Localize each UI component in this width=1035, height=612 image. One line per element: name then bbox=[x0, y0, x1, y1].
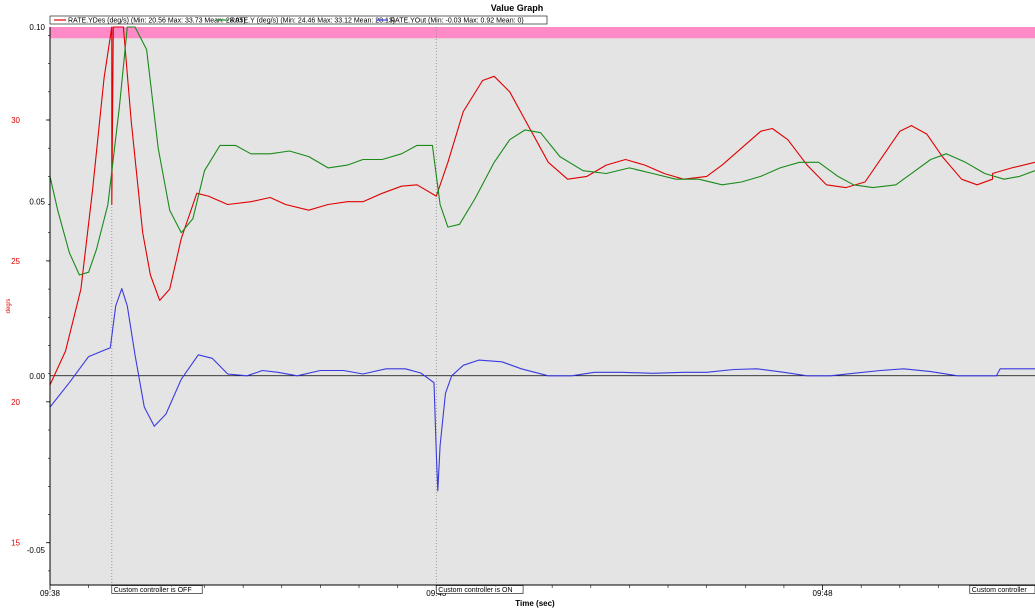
x-tick-label: 09:48 bbox=[813, 589, 834, 598]
y-axis-left-label: deg/s bbox=[6, 299, 12, 314]
value-graph-chart: Value Graph RATE.YDes (deg/s) (Min: 20.5… bbox=[6, 3, 1035, 608]
legend-entry: RATE.YDes (deg/s) (Min: 20.56 Max: 33.73… bbox=[68, 18, 246, 25]
x-axis-label: Time (sec) bbox=[515, 599, 555, 608]
annotation-label: Custom controller bbox=[972, 587, 1028, 594]
legend: RATE.YDes (deg/s) (Min: 20.56 Max: 33.73… bbox=[49, 15, 548, 25]
legend-entry: RATE.YOut (Min: -0.03 Max: 0.92 Mean: 0) bbox=[390, 18, 524, 25]
x-tick-label: 09:38 bbox=[40, 589, 61, 598]
y-left-tick-label: 25 bbox=[11, 257, 20, 266]
y-axis-right: -0.05 0.00 0.05 0.10 bbox=[27, 23, 46, 555]
y-left-tick-label: 20 bbox=[11, 398, 20, 407]
y-right-tick-label: 0.10 bbox=[29, 23, 45, 32]
y-right-tick-label: -0.05 bbox=[27, 546, 46, 555]
y-right-tick-label: 0.00 bbox=[29, 372, 45, 381]
chart-title: Value Graph bbox=[491, 3, 544, 13]
annotations: Custom controller is OFF Custom controlle… bbox=[111, 585, 1035, 594]
y-left-tick-label: 30 bbox=[11, 116, 20, 125]
legend-entry: RATE.Y (deg/s) (Min: 24.46 Max: 33.12 Me… bbox=[230, 18, 395, 25]
plot-area bbox=[50, 27, 1035, 585]
annotation-label: Custom controller is OFF bbox=[114, 587, 192, 594]
limit-band bbox=[50, 27, 1035, 39]
y-right-tick-label: 0.05 bbox=[29, 197, 45, 206]
annotation-label: Custom controller is ON bbox=[438, 587, 512, 594]
y-axis-left: 15 20 25 30 bbox=[11, 35, 50, 572]
y-left-tick-label: 15 bbox=[11, 539, 20, 548]
